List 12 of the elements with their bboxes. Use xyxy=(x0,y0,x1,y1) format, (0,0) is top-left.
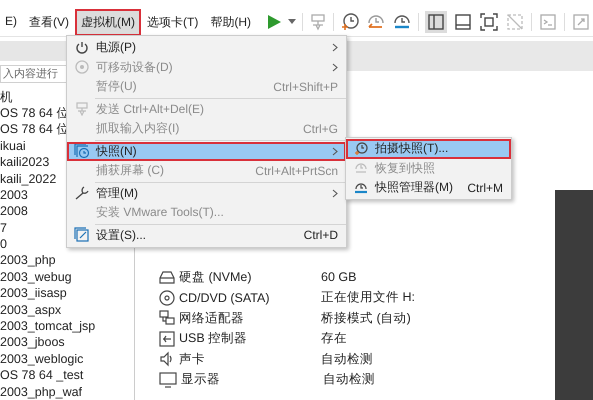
device-value: 桥接模式 (自动) xyxy=(321,310,411,327)
device-name: CD/DVD (SATA) xyxy=(179,290,271,305)
device-value: 60 GB xyxy=(321,270,356,284)
device-value: 自动检测 xyxy=(323,371,375,388)
device-name: 显示器 xyxy=(181,371,221,388)
device-value: 自动检测 xyxy=(321,350,373,368)
device-name: 声卡 xyxy=(179,350,206,368)
device-name: 网络适配器 xyxy=(179,310,245,327)
device-name: 硬盘 (NVMe) xyxy=(179,268,253,286)
device-value: 正在使用文件 H: xyxy=(321,289,415,306)
device-value: 存在 xyxy=(321,330,347,348)
device-name: USB 控制器 xyxy=(179,330,248,348)
